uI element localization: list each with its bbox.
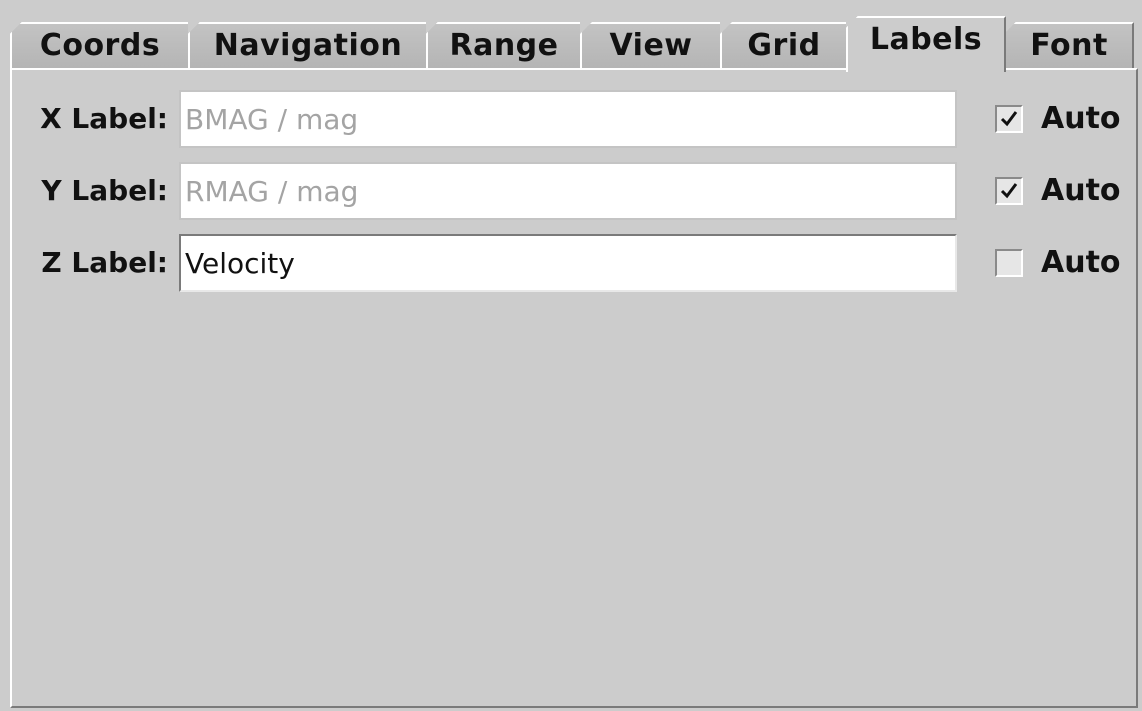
x-label-caption: X Label: xyxy=(40,102,168,135)
tab-strip: Coords Navigation Range View Grid Labels… xyxy=(10,16,1142,72)
tab-font[interactable]: Font xyxy=(1004,22,1134,70)
z-label-field[interactable] xyxy=(179,234,957,292)
tab-navigation[interactable]: Navigation xyxy=(188,22,428,70)
z-auto-label[interactable]: Auto xyxy=(1041,234,1121,292)
x-label-field[interactable] xyxy=(179,90,957,148)
tab-view[interactable]: View xyxy=(580,22,722,70)
y-auto-label[interactable]: Auto xyxy=(1041,162,1121,220)
z-label-row: Z Label: Auto xyxy=(12,234,1140,292)
z-auto-checkbox[interactable] xyxy=(995,249,1023,277)
x-auto-label[interactable]: Auto xyxy=(1041,90,1121,148)
x-label-row: X Label: Auto xyxy=(12,90,1140,148)
y-label-caption: Y Label: xyxy=(41,174,168,207)
labels-panel: X Label: Auto Y Label: Auto Z Label: xyxy=(10,68,1138,708)
x-auto-checkbox[interactable] xyxy=(995,105,1023,133)
tab-labels[interactable]: Labels xyxy=(846,16,1006,72)
tab-grid[interactable]: Grid xyxy=(720,22,848,70)
checkmark-icon xyxy=(1000,111,1018,127)
tab-range[interactable]: Range xyxy=(426,22,582,70)
z-label-caption: Z Label: xyxy=(41,246,168,279)
tab-coords[interactable]: Coords xyxy=(10,22,190,70)
y-label-row: Y Label: Auto xyxy=(12,162,1140,220)
y-auto-checkbox[interactable] xyxy=(995,177,1023,205)
checkmark-icon xyxy=(1000,183,1018,199)
y-label-field[interactable] xyxy=(179,162,957,220)
plot-settings-window: Coords Navigation Range View Grid Labels… xyxy=(0,0,1142,711)
